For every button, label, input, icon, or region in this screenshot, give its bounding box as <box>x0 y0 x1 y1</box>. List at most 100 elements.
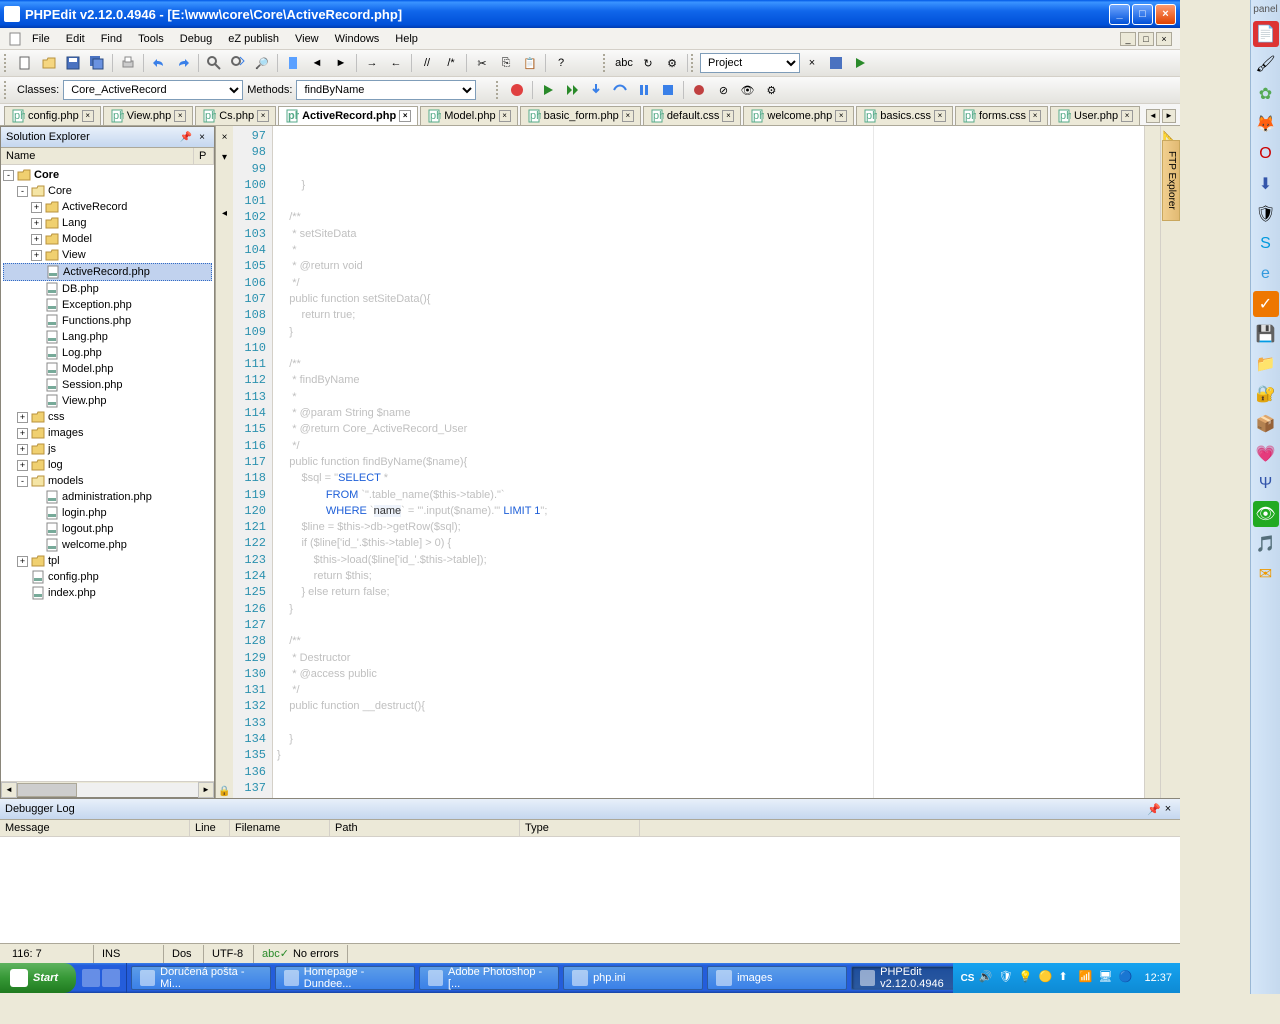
ftp-explorer-tab[interactable]: FTP Explorer <box>1162 140 1180 221</box>
code-line[interactable]: /** <box>277 356 1144 372</box>
spellcheck-button[interactable]: abc <box>613 52 635 74</box>
document-tab[interactable]: phpModel.php× <box>420 106 517 125</box>
panel-pin-button[interactable]: 📌 <box>179 130 193 144</box>
menu-windows[interactable]: Windows <box>327 31 388 47</box>
tree-file-item[interactable]: Log.php <box>3 345 212 361</box>
debugger-column-header[interactable]: Path <box>330 820 520 836</box>
clear-breakpoints-button[interactable]: ⊘ <box>712 79 734 101</box>
tree-toggle-button[interactable]: + <box>31 202 42 213</box>
tree-folder-item[interactable]: +View <box>3 247 212 263</box>
panel-pin-button[interactable]: 📌 <box>1147 802 1161 816</box>
tree-file-item[interactable]: Session.php <box>3 377 212 393</box>
tree-file-item[interactable]: ActiveRecord.php <box>3 263 212 281</box>
tree-folder-item[interactable]: +Model <box>3 231 212 247</box>
menu-find[interactable]: Find <box>93 31 130 47</box>
tree-file-item[interactable]: login.php <box>3 505 212 521</box>
tree-file-item[interactable]: Model.php <box>3 361 212 377</box>
tab-close-button[interactable]: × <box>82 110 94 122</box>
tree-toggle-button[interactable]: + <box>31 234 42 245</box>
code-line[interactable] <box>277 617 1144 633</box>
code-line[interactable]: WHERE `name` = '".input($name)."' LIMIT … <box>277 503 1144 519</box>
code-line[interactable]: } <box>277 747 1144 763</box>
watch-button[interactable]: 👁 <box>736 79 758 101</box>
tab-close-button[interactable]: × <box>934 110 946 122</box>
code-line[interactable]: */ <box>277 275 1144 291</box>
code-line[interactable]: public function setSiteData(){ <box>277 291 1144 307</box>
tab-close-button[interactable]: × <box>1029 110 1041 122</box>
panel-marker-button[interactable]: ◂ <box>218 206 232 220</box>
code-line[interactable]: * Destructor <box>277 650 1144 666</box>
code-line[interactable]: * @return Core_ActiveRecord_User <box>277 421 1144 437</box>
code-line[interactable]: } <box>277 177 1144 193</box>
code-editor[interactable]: 9798991001011021031041051061071081091101… <box>233 126 1160 798</box>
debugger-column-header[interactable]: Type <box>520 820 640 836</box>
toolbar-grip[interactable] <box>691 54 696 72</box>
code-line[interactable]: $line = $this->db->getRow($sql); <box>277 519 1144 535</box>
replace-button[interactable] <box>227 52 249 74</box>
tree-toggle-button[interactable]: - <box>3 170 14 181</box>
document-tab[interactable]: phpActiveRecord.php× <box>278 106 418 125</box>
tab-close-button[interactable]: × <box>399 110 411 122</box>
tab-close-button[interactable]: × <box>257 110 269 122</box>
folder-icon[interactable]: 📁 <box>1253 351 1279 377</box>
taskbar-task-button[interactable]: PHPEdit v2.12.0.4946 <box>851 966 953 990</box>
tree-file-item[interactable]: Functions.php <box>3 313 212 329</box>
scroll-left-button[interactable]: ◄ <box>1 782 17 798</box>
indent-button[interactable]: → <box>361 52 383 74</box>
tree-toggle-button[interactable]: + <box>17 556 28 567</box>
maximize-button[interactable]: □ <box>1132 4 1153 25</box>
tree-toggle-button[interactable]: - <box>17 186 28 197</box>
code-line[interactable]: } <box>277 324 1144 340</box>
code-line[interactable]: * @param String $name <box>277 405 1144 421</box>
tab-scroll-left-button[interactable]: ◄ <box>1146 109 1160 123</box>
tree-toggle-button[interactable]: + <box>17 460 28 471</box>
new-file-button[interactable] <box>14 52 36 74</box>
menu-tools[interactable]: Tools <box>130 31 172 47</box>
mdi-restore-button[interactable]: □ <box>1138 32 1154 46</box>
tree-folder-item[interactable]: +js <box>3 441 212 457</box>
tray-icon[interactable]: 💡 <box>1018 970 1034 986</box>
print-button[interactable] <box>117 52 139 74</box>
code-line[interactable]: /** <box>277 633 1144 649</box>
code-line[interactable]: */ <box>277 438 1144 454</box>
find-in-files-button[interactable]: 🔎 <box>251 52 273 74</box>
toolbar-grip[interactable] <box>603 54 608 72</box>
tray-icon[interactable]: 🔵 <box>1118 970 1134 986</box>
tree-toggle-button[interactable]: + <box>17 428 28 439</box>
project-select[interactable]: Project <box>700 53 800 73</box>
save-button[interactable] <box>62 52 84 74</box>
code-line[interactable]: if ($line['id_'.$this->table] > 0) { <box>277 535 1144 551</box>
tree-folder-item[interactable]: +log <box>3 457 212 473</box>
toggle-bookmark-button[interactable] <box>282 52 304 74</box>
tree-file-item[interactable]: administration.php <box>3 489 212 505</box>
menu-help[interactable]: Help <box>387 31 426 47</box>
tree-toggle-button[interactable]: + <box>17 444 28 455</box>
code-line[interactable]: return true; <box>277 307 1144 323</box>
start-button[interactable]: Start <box>0 963 76 993</box>
menu-ez-publish[interactable]: eZ publish <box>220 31 287 47</box>
tree-horizontal-scrollbar[interactable]: ◄ ► <box>1 781 214 797</box>
psi-icon[interactable]: Ψ <box>1253 471 1279 497</box>
tree-file-item[interactable]: config.php <box>3 569 212 585</box>
tree-file-item[interactable]: View.php <box>3 393 212 409</box>
help-button[interactable]: ? <box>550 52 572 74</box>
minimize-button[interactable]: _ <box>1109 4 1130 25</box>
toolbar-grip[interactable] <box>4 54 9 72</box>
document-tab[interactable]: phpUser.php× <box>1050 106 1140 125</box>
comment-button[interactable]: // <box>416 52 438 74</box>
cut-button[interactable]: ✂ <box>471 52 493 74</box>
tree-folder-item[interactable]: +Lang <box>3 215 212 231</box>
code-line[interactable]: } <box>277 731 1144 747</box>
firefox-icon[interactable]: 🦊 <box>1253 111 1279 137</box>
document-tab[interactable]: phpwelcome.php× <box>743 106 854 125</box>
debug-config-button[interactable]: ⚙ <box>760 79 782 101</box>
tab-close-button[interactable]: × <box>722 110 734 122</box>
shield-icon[interactable]: 🛡 <box>1253 201 1279 227</box>
methods-select[interactable]: findByName <box>296 80 476 100</box>
debug-step-over-button[interactable] <box>609 79 631 101</box>
document-tab[interactable]: phpCs.php× <box>195 106 276 125</box>
tree-folder-item[interactable]: +tpl <box>3 553 212 569</box>
tree-folder-item[interactable]: -models <box>3 473 212 489</box>
taskbar-task-button[interactable]: images <box>707 966 847 990</box>
code-line[interactable] <box>277 340 1144 356</box>
